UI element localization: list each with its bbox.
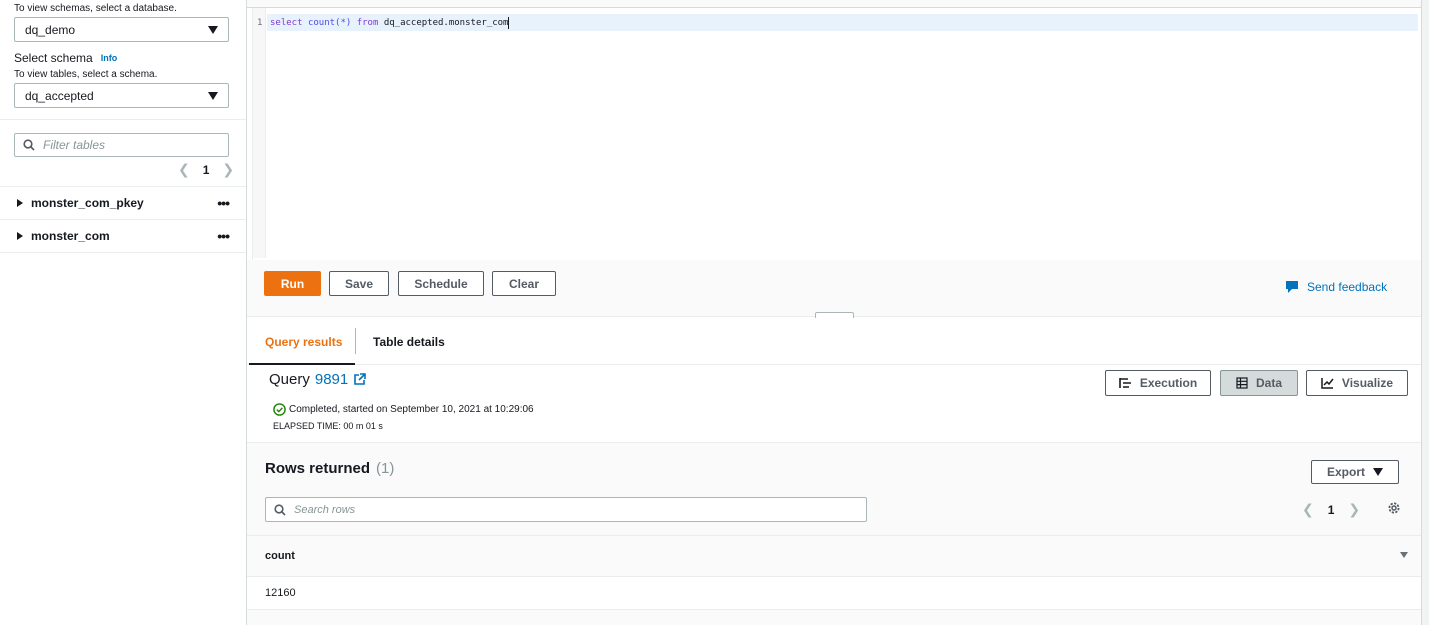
chevron-right-icon[interactable]: ❯ <box>1348 501 1360 518</box>
results-panel: Query results Table details Query 9891 C… <box>247 318 1423 625</box>
tab-divider <box>355 328 356 354</box>
send-feedback-label: Send feedback <box>1307 280 1388 294</box>
chart-icon <box>1321 378 1334 389</box>
schema-select-value: dq_accepted <box>25 88 94 103</box>
divider <box>0 119 246 120</box>
rows-section: Rows returned (1) Export Search rows ❮ 1 … <box>247 443 1423 625</box>
export-label: Export <box>1326 465 1365 479</box>
send-feedback-link[interactable]: Send feedback <box>1285 280 1387 294</box>
clear-button[interactable]: Clear <box>492 271 556 296</box>
visualize-label: Visualize <box>1341 376 1394 390</box>
search-icon <box>274 503 286 516</box>
scrollbar[interactable] <box>1421 0 1429 625</box>
text-cursor <box>508 16 510 29</box>
table-item-label: monster_com_pkey <box>31 196 144 210</box>
check-circle-icon <box>273 403 286 416</box>
filter-tables-placeholder: Filter tables <box>43 138 106 152</box>
schedule-button[interactable]: Schedule <box>398 271 484 296</box>
schema-info-link[interactable]: Info <box>101 53 118 63</box>
execution-icon <box>1119 378 1131 388</box>
tab-table-details[interactable]: Table details <box>373 335 445 349</box>
database-select-value: dq_demo <box>25 22 76 37</box>
table-item-label: monster_com <box>31 229 110 243</box>
execution-label: Execution <box>1139 376 1198 390</box>
feedback-icon <box>1286 281 1298 293</box>
caret-down-icon <box>1373 468 1383 476</box>
caret-down-icon <box>208 91 218 100</box>
status-text: Completed, started on September 10, 2021… <box>289 404 534 415</box>
table-icon <box>1236 377 1248 389</box>
table-row: 12160 <box>247 577 1423 610</box>
caret-down-icon <box>208 25 218 34</box>
rows-returned-title: Rows returned (1) <box>265 460 394 477</box>
sql-function: count(*) <box>307 17 352 28</box>
chevron-right-icon[interactable]: ❯ <box>222 161 234 178</box>
code-line[interactable]: select count(*) from dq_accepted.monster… <box>267 14 1418 31</box>
sidebar-pagination: ❮ 1 ❯ <box>178 161 234 178</box>
results-page-number[interactable]: 1 <box>1328 503 1335 517</box>
rows-count: (1) <box>376 460 395 477</box>
expand-caret-icon[interactable] <box>17 232 23 240</box>
table-item-monster-com-pkey[interactable]: monster_com_pkey ••• <box>0 187 246 220</box>
line-number: 1 <box>257 18 263 28</box>
settings-gear-icon[interactable] <box>1387 501 1401 515</box>
query-status: Completed, started on September 10, 2021… <box>273 403 534 416</box>
tab-query-results[interactable]: Query results <box>265 335 342 349</box>
active-tab-indicator <box>249 363 355 365</box>
chevron-left-icon[interactable]: ❮ <box>1302 501 1314 518</box>
sort-icon[interactable] <box>1400 552 1408 558</box>
results-table-header: count <box>247 535 1423 577</box>
query-title: Query 9891 <box>269 371 367 388</box>
query-label: Query <box>269 371 310 388</box>
results-tabs: Query results Table details <box>247 318 1423 365</box>
chevron-left-icon[interactable]: ❮ <box>178 161 190 178</box>
results-pagination: ❮ 1 ❯ <box>1302 501 1360 518</box>
execution-button[interactable]: Execution <box>1105 370 1211 396</box>
schema-hint: To view tables, select a schema. <box>14 69 158 80</box>
sql-keyword: select <box>270 17 303 28</box>
run-button[interactable]: Run <box>264 271 321 296</box>
sql-keyword: from <box>356 17 379 28</box>
export-button[interactable]: Export <box>1311 460 1399 484</box>
search-rows-placeholder: Search rows <box>294 503 356 516</box>
query-id-link[interactable]: 9891 <box>315 371 348 388</box>
column-header-count[interactable]: count <box>265 550 295 562</box>
schema-label-row: Select schema Info <box>14 51 117 65</box>
save-button[interactable]: Save <box>329 271 389 296</box>
query-editor-app: To view schemas, select a database. dq_d… <box>0 0 1429 625</box>
database-hint: To view schemas, select a database. <box>14 3 177 14</box>
sidebar: To view schemas, select a database. dq_d… <box>0 0 247 625</box>
sidebar-page-number[interactable]: 1 <box>203 163 210 177</box>
table-cell: 12160 <box>265 587 296 599</box>
table-item-monster-com[interactable]: monster_com ••• <box>0 220 246 253</box>
database-select[interactable]: dq_demo <box>14 17 229 42</box>
filter-tables-input[interactable]: Filter tables <box>14 133 229 157</box>
schema-select[interactable]: dq_accepted <box>14 83 229 108</box>
elapsed-time: ELAPSED TIME: 00 m 01 s <box>273 421 383 431</box>
expand-caret-icon[interactable] <box>17 199 23 207</box>
editor-top-toolbar <box>247 0 1429 8</box>
sql-table: dq_accepted.monster_com <box>383 17 509 28</box>
external-link-icon[interactable] <box>353 373 367 386</box>
rows-returned-label: Rows returned <box>265 460 371 477</box>
line-gutter: 1 <box>253 8 266 258</box>
more-actions-icon[interactable]: ••• <box>217 228 230 244</box>
data-label: Data <box>1255 376 1282 390</box>
schema-label: Select schema <box>14 51 93 65</box>
search-rows-input[interactable]: Search rows <box>265 497 867 522</box>
visualize-button[interactable]: Visualize <box>1306 370 1408 396</box>
data-button[interactable]: Data <box>1220 370 1298 396</box>
more-actions-icon[interactable]: ••• <box>217 195 230 211</box>
sql-editor[interactable]: 1 select count(*) from dq_accepted.monst… <box>252 8 1423 260</box>
search-icon <box>23 139 35 151</box>
